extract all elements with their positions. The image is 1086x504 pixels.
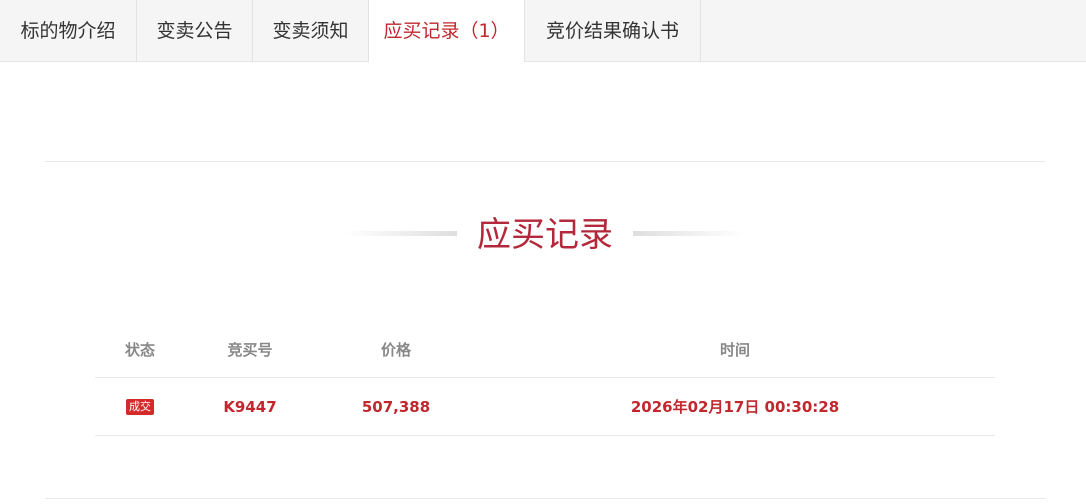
- bid-number-cell: K9447: [223, 397, 277, 416]
- tab-sale-announcement[interactable]: 变卖公告: [137, 0, 253, 61]
- status-cell: 成交: [95, 378, 185, 435]
- divider-bottom: [45, 498, 1045, 499]
- section-title: 应买记录: [477, 215, 613, 255]
- header-bid-number: 竞买号: [227, 341, 273, 359]
- tab-result-confirmation[interactable]: 竞价结果确认书: [525, 0, 701, 61]
- header-time: 时间: [719, 341, 750, 359]
- header-price: 价格: [380, 341, 411, 359]
- divider-top: [45, 161, 1045, 162]
- title-decoration-right: [633, 231, 745, 236]
- tab-item-introduction[interactable]: 标的物介绍: [0, 0, 137, 61]
- tab-bid-records[interactable]: 应买记录（1）: [369, 0, 525, 62]
- status-badge: 成交: [126, 398, 154, 415]
- table-header-row: 状态 竞买号 价格 时间: [95, 322, 995, 378]
- title-decoration-left: [345, 231, 457, 236]
- bid-records-table: 状态 竞买号 价格 时间 成交 K9447 507,388 2026年02月17…: [95, 322, 995, 436]
- time-cell: 2026年02月17日 00:30:28: [630, 398, 840, 416]
- tab-sale-notice[interactable]: 变卖须知: [253, 0, 369, 61]
- header-status: 状态: [124, 341, 155, 359]
- table-row: 成交 K9447 507,388 2026年02月17日 00:30:28: [95, 378, 995, 436]
- tab-bar: 标的物介绍 变卖公告 变卖须知 应买记录（1） 竞价结果确认书: [0, 0, 1086, 62]
- price-cell: 507,388: [361, 397, 431, 416]
